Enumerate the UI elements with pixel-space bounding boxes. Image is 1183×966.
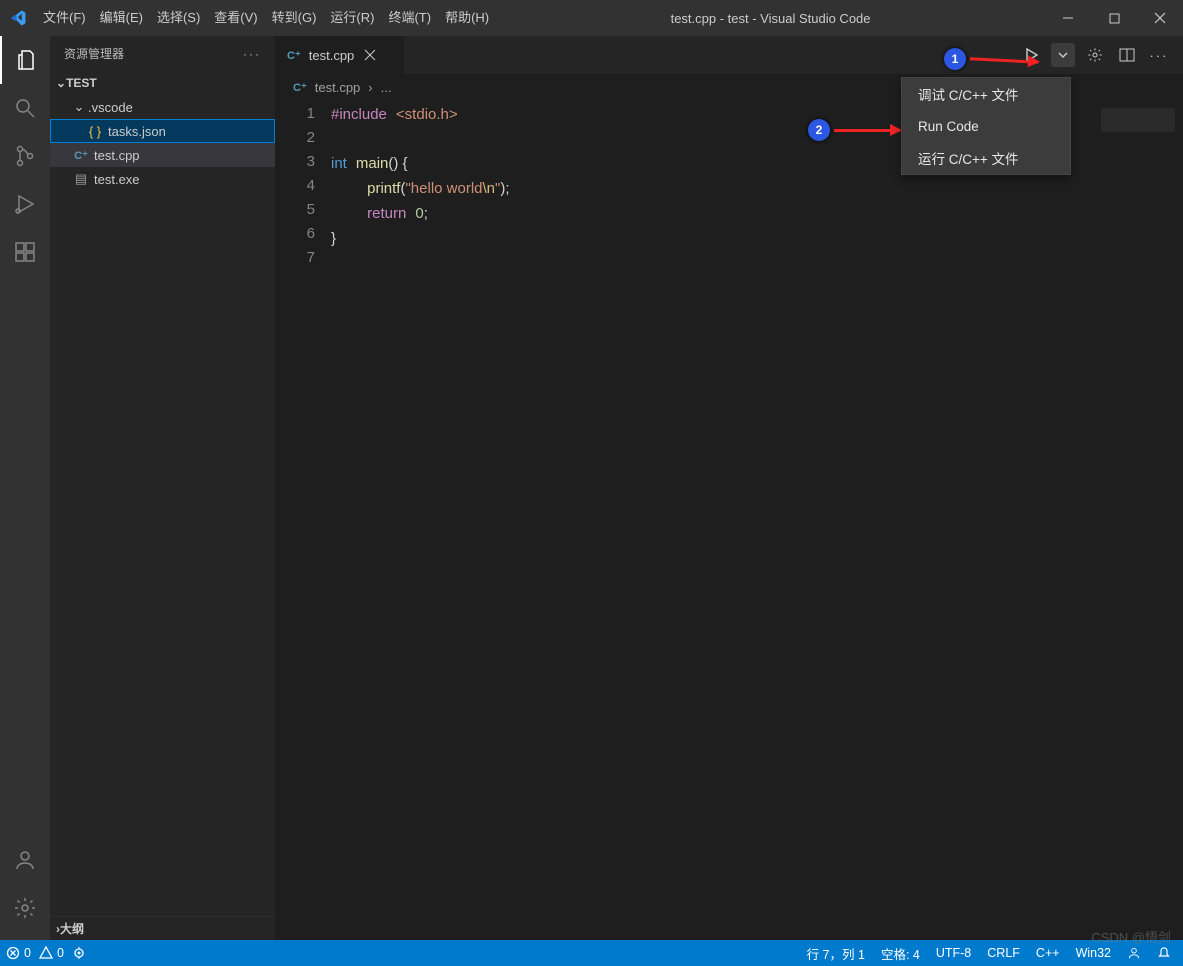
code-editor[interactable]: #include <stdio.h> int main() { printf("…: [331, 100, 1087, 940]
outline-header[interactable]: 大纲: [60, 920, 84, 937]
breadcrumb-file[interactable]: test.cpp: [315, 80, 361, 95]
annotation-callout-2: 2: [808, 119, 830, 141]
menu-file[interactable]: 文件(F): [36, 0, 93, 36]
status-warnings[interactable]: 0: [39, 946, 64, 960]
menu-item-run-code[interactable]: Run Code: [902, 110, 1070, 142]
tree-file-test-exe[interactable]: ▤ test.exe: [50, 167, 275, 191]
split-editor-icon[interactable]: [1115, 43, 1139, 67]
breadcrumb-tail: ...: [381, 80, 392, 95]
activity-extensions[interactable]: [0, 228, 50, 276]
titlebar: 文件(F) 编辑(E) 选择(S) 查看(V) 转到(G) 运行(R) 终端(T…: [0, 0, 1183, 36]
activity-bar: [0, 36, 50, 940]
minimap-viewport[interactable]: [1101, 108, 1175, 132]
minimap[interactable]: [1087, 100, 1183, 940]
tab-label: test.cpp: [309, 48, 355, 63]
status-eol[interactable]: CRLF: [987, 946, 1020, 960]
status-bell-icon[interactable]: [1157, 946, 1171, 960]
activity-explorer[interactable]: [0, 36, 50, 84]
chevron-right-icon: ›: [368, 80, 372, 95]
tree-file-test-cpp[interactable]: C⁺ test.cpp: [50, 143, 275, 167]
warning-count: 0: [57, 946, 64, 960]
menu-item-run-cpp[interactable]: 运行 C/C++ 文件: [902, 142, 1070, 174]
settings-gear-icon[interactable]: [1083, 43, 1107, 67]
editor-tabs: C⁺ test.cpp ···: [275, 36, 1183, 74]
menu-selection[interactable]: 选择(S): [150, 0, 207, 36]
activity-source-control[interactable]: [0, 132, 50, 180]
minimize-button[interactable]: [1045, 0, 1091, 36]
maximize-button[interactable]: [1091, 0, 1137, 36]
sidebar-folder-header[interactable]: ⌄ TEST: [50, 71, 275, 95]
status-line-col[interactable]: 行 7，列 1: [807, 944, 865, 963]
menu-edit[interactable]: 编辑(E): [93, 0, 150, 36]
sidebar-title: 资源管理器: [64, 45, 124, 62]
annotation-badge-1: 1: [944, 48, 966, 70]
folder-label: .vscode: [88, 100, 133, 115]
exe-icon: ▤: [72, 171, 90, 187]
line-gutter: 1 2 3 4 5 6 7: [275, 100, 331, 940]
activity-search[interactable]: [0, 84, 50, 132]
json-icon: { }: [86, 124, 104, 139]
file-tree: ⌄ .vscode { } tasks.json C⁺ test.cpp ▤ t…: [50, 95, 275, 916]
status-encoding[interactable]: UTF-8: [936, 946, 971, 960]
watermark: CSDN @悟剑: [1091, 927, 1171, 946]
activity-settings[interactable]: [0, 884, 50, 932]
status-errors[interactable]: 0: [6, 946, 31, 960]
file-label: test.exe: [94, 172, 140, 187]
error-count: 0: [24, 946, 31, 960]
cpp-icon: C⁺: [287, 49, 301, 62]
close-button[interactable]: [1137, 0, 1183, 36]
window-title: test.cpp - test - Visual Studio Code: [496, 11, 1045, 26]
folder-root-label: TEST: [66, 76, 97, 90]
more-actions-icon[interactable]: ···: [1147, 43, 1171, 67]
annotation-callout-1: 1: [944, 48, 966, 70]
annotation-badge-2: 2: [808, 119, 830, 141]
status-platform[interactable]: Win32: [1076, 946, 1111, 960]
chevron-down-icon: ⌄: [72, 99, 86, 115]
cpp-icon: C⁺: [72, 149, 90, 162]
status-language[interactable]: C++: [1036, 946, 1060, 960]
menu-help[interactable]: 帮助(H): [438, 0, 496, 36]
file-label: test.cpp: [94, 148, 140, 163]
menu-view[interactable]: 查看(V): [207, 0, 264, 36]
menu-item-debug-cpp[interactable]: 调试 C/C++ 文件: [902, 78, 1070, 110]
activity-accounts[interactable]: [0, 836, 50, 884]
status-bar: 0 0 行 7，列 1 空格: 4 UTF-8 CRLF C++ Win32: [0, 940, 1183, 966]
vscode-logo-icon: [0, 9, 36, 27]
app-menu[interactable]: 文件(F) 编辑(E) 选择(S) 查看(V) 转到(G) 运行(R) 终端(T…: [36, 0, 496, 36]
explorer-sidebar: 资源管理器 ··· ⌄ TEST ⌄ .vscode { } tasks.jso…: [50, 36, 275, 940]
status-indent[interactable]: 空格: 4: [881, 944, 920, 963]
sidebar-more-icon[interactable]: ···: [243, 47, 261, 61]
chevron-down-icon: ⌄: [56, 76, 66, 90]
tree-file-tasks-json[interactable]: { } tasks.json: [50, 119, 275, 143]
status-ports[interactable]: [72, 946, 86, 960]
annotation-arrow-2: [834, 129, 900, 132]
menu-terminal[interactable]: 终端(T): [381, 0, 438, 36]
file-label: tasks.json: [108, 124, 166, 139]
run-dropdown-menu: 调试 C/C++ 文件 Run Code 运行 C/C++ 文件: [901, 77, 1071, 175]
window-controls: [1045, 0, 1183, 36]
close-icon[interactable]: [362, 47, 378, 63]
status-feedback-icon[interactable]: [1127, 946, 1141, 960]
tree-folder-vscode[interactable]: ⌄ .vscode: [50, 95, 275, 119]
menu-go[interactable]: 转到(G): [265, 0, 324, 36]
tab-test-cpp[interactable]: C⁺ test.cpp: [275, 36, 405, 74]
menu-run[interactable]: 运行(R): [323, 0, 381, 36]
cpp-icon: C⁺: [293, 81, 307, 94]
activity-run-debug[interactable]: [0, 180, 50, 228]
run-dropdown-button[interactable]: [1051, 43, 1075, 67]
